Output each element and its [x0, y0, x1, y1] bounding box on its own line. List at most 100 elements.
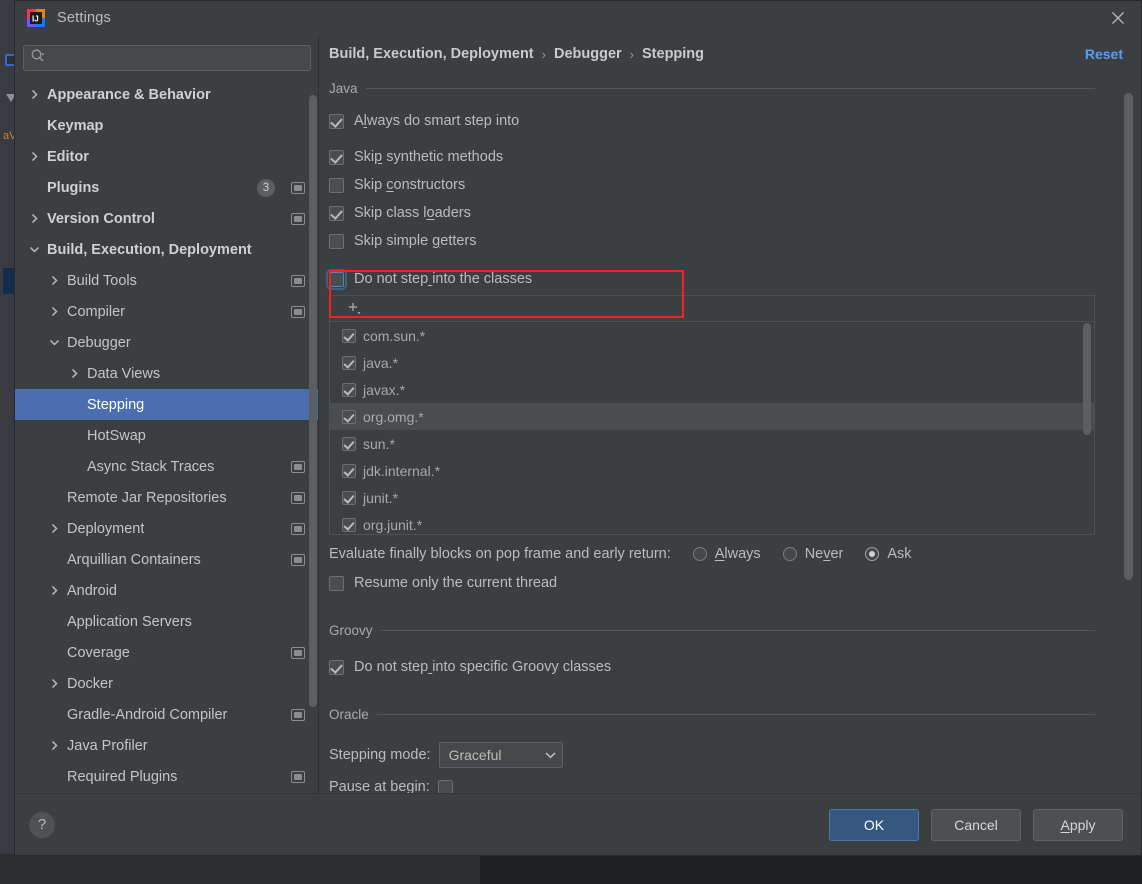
- class-list-item[interactable]: jdk.internal.*: [330, 457, 1094, 484]
- content-scrollbar-thumb[interactable]: [1124, 93, 1133, 580]
- sidebar-item-arquillian-containers[interactable]: Arquillian Containers: [15, 544, 319, 575]
- breadcrumb-crumb[interactable]: Stepping: [642, 46, 704, 62]
- class-list-item[interactable]: sun.*: [330, 430, 1094, 457]
- sidebar-item-compiler[interactable]: Compiler: [15, 296, 319, 327]
- sidebar-item-hotswap[interactable]: HotSwap: [15, 420, 319, 451]
- checkbox-box[interactable]: [342, 409, 356, 424]
- sidebar-item-gradle-android-compiler[interactable]: Gradle-Android Compiler: [15, 699, 319, 730]
- sidebar-item-stepping[interactable]: Stepping: [15, 389, 319, 420]
- resume-only-current-thread-checkbox[interactable]: Resume only the current thread: [329, 569, 1095, 597]
- excluded-classes-list[interactable]: com.sun.* java.* javax.* org.omg.* sun.* jdk.…: [330, 322, 1094, 534]
- footer-buttons: OK Cancel Apply: [829, 808, 1123, 841]
- sidebar-item-keymap[interactable]: Keymap: [15, 110, 319, 141]
- sidebar-item-data-views[interactable]: Data Views: [15, 358, 319, 389]
- group-divider-rule: [380, 629, 1095, 631]
- checkbox-box[interactable]: [342, 328, 356, 343]
- pause-at-begin-row: Pause at begin:: [329, 771, 1095, 793]
- sidebar-item-deployment[interactable]: Deployment: [15, 513, 319, 544]
- stepping-mode-select[interactable]: Graceful: [438, 742, 563, 768]
- chevron-right-icon[interactable]: [47, 740, 61, 751]
- chevron-right-icon[interactable]: [27, 213, 41, 224]
- class-list-item[interactable]: java.*: [330, 349, 1094, 376]
- checkbox-skip-simple-getters[interactable]: Skip simple getters: [329, 227, 1095, 255]
- pause-at-begin-checkbox[interactable]: [437, 779, 453, 793]
- intellij-idea-logo-icon: IJ: [27, 9, 45, 27]
- group-divider-rule: [365, 87, 1095, 89]
- sidebar-item-android[interactable]: Android: [15, 575, 319, 606]
- sidebar-item-build-execution-deployment[interactable]: Build, Execution, Deployment: [15, 234, 319, 265]
- sidebar-scrollbar-thumb[interactable]: [309, 95, 317, 707]
- do-not-step-into-classes-checkbox[interactable]: Do not step into the classes: [326, 265, 1095, 293]
- dialog-footer: ? OK Cancel Apply: [15, 793, 1141, 855]
- checkbox-skip-constructors[interactable]: Skip constructors: [329, 171, 1095, 199]
- class-list-item[interactable]: junit.*: [330, 484, 1094, 511]
- checkbox-box[interactable]: [342, 436, 356, 451]
- chevron-right-icon[interactable]: [67, 368, 81, 379]
- chevron-right-icon[interactable]: [47, 678, 61, 689]
- content-scrollbar[interactable]: [1121, 73, 1135, 793]
- radio-button: [865, 547, 880, 561]
- checkbox-skip-class-loaders[interactable]: Skip class loaders: [329, 199, 1095, 227]
- groovy-do-not-step-into-checkbox[interactable]: Do not step into specific Groovy classes: [329, 653, 1095, 681]
- checkbox-box: [326, 268, 347, 290]
- sidebar-item-plugins[interactable]: Plugins 3: [15, 172, 319, 203]
- sidebar-item-docker[interactable]: Docker: [15, 668, 319, 699]
- checkbox-label: Skip synthetic methods: [354, 149, 504, 165]
- ok-button[interactable]: OK: [829, 808, 919, 841]
- java-checkbox-list: Always do smart step into Skip synthetic …: [329, 107, 1095, 255]
- chevron-right-icon[interactable]: [27, 151, 41, 162]
- project-scope-icon: [291, 770, 305, 783]
- checkbox-box[interactable]: [342, 490, 356, 505]
- checkbox-box[interactable]: [342, 463, 356, 478]
- sidebar-item-remote-jar-repositories[interactable]: Remote Jar Repositories: [15, 482, 319, 513]
- sidebar-item-build-tools[interactable]: Build Tools: [15, 265, 319, 296]
- add-class-button[interactable]: [342, 298, 368, 320]
- checkbox-skip-synthetic-methods[interactable]: Skip synthetic methods: [329, 143, 1095, 171]
- reset-link[interactable]: Reset: [1085, 46, 1123, 62]
- oracle-group: Oracle Stepping mode: Graceful Pause at …: [329, 703, 1095, 793]
- chevron-right-icon[interactable]: [47, 306, 61, 317]
- search-input[interactable]: [48, 49, 304, 67]
- sidebar-item-debugger[interactable]: Debugger: [15, 327, 319, 358]
- project-scope-icon: [291, 305, 305, 318]
- cancel-button[interactable]: Cancel: [931, 808, 1021, 841]
- search-box[interactable]: [23, 45, 311, 71]
- sidebar-item-version-control[interactable]: Version Control: [15, 203, 319, 234]
- checkbox-box[interactable]: [342, 517, 356, 532]
- checkbox-box[interactable]: [342, 355, 356, 370]
- help-icon[interactable]: ?: [29, 811, 55, 838]
- sidebar-item-label: Docker: [67, 675, 113, 692]
- sidebar-item-required-plugins[interactable]: Required Plugins: [15, 761, 319, 792]
- checkbox-box[interactable]: [342, 382, 356, 397]
- groovy-do-not-step-into-label: Do not step into specific Groovy classes: [354, 659, 612, 675]
- radio-always[interactable]: Always: [692, 546, 761, 562]
- checkbox-always-do-smart-step-into[interactable]: Always do smart step into: [329, 107, 1095, 135]
- sidebar-item-editor[interactable]: Editor: [15, 141, 319, 172]
- class-list-scrollbar-thumb[interactable]: [1083, 323, 1091, 435]
- chevron-down-icon: [545, 747, 556, 763]
- breadcrumb-crumb[interactable]: Build, Execution, Deployment: [329, 46, 534, 62]
- class-list-item[interactable]: org.junit.*: [330, 511, 1094, 534]
- class-list-item[interactable]: javax.*: [330, 376, 1094, 403]
- chevron-right-icon[interactable]: [27, 89, 41, 100]
- close-icon[interactable]: [1095, 1, 1141, 35]
- radio-never[interactable]: Never: [782, 546, 843, 562]
- breadcrumb-crumb[interactable]: Debugger: [554, 46, 622, 62]
- sidebar-item-async-stack-traces[interactable]: Async Stack Traces: [15, 451, 319, 482]
- radio-ask[interactable]: Ask: [865, 546, 912, 562]
- checkbox-box: [329, 233, 344, 249]
- chevron-right-icon[interactable]: [47, 523, 61, 534]
- chevron-right-icon[interactable]: [47, 585, 61, 596]
- sidebar-item-appearance-behavior[interactable]: Appearance & Behavior: [15, 79, 319, 110]
- chevron-down-icon[interactable]: [47, 337, 61, 348]
- class-list-item[interactable]: org.omg.*: [330, 403, 1094, 430]
- sidebar-item-java-profiler[interactable]: Java Profiler: [15, 730, 319, 761]
- sidebar-item-coverage[interactable]: Coverage: [15, 637, 319, 668]
- chevron-down-icon[interactable]: [27, 244, 41, 255]
- class-list-scrollbar[interactable]: [1082, 296, 1093, 534]
- class-list-item[interactable]: com.sun.*: [330, 322, 1094, 349]
- sidebar-item-application-servers[interactable]: Application Servers: [15, 606, 319, 637]
- checkbox-box: [329, 659, 344, 675]
- chevron-right-icon[interactable]: [47, 275, 61, 286]
- apply-button[interactable]: Apply: [1033, 808, 1123, 841]
